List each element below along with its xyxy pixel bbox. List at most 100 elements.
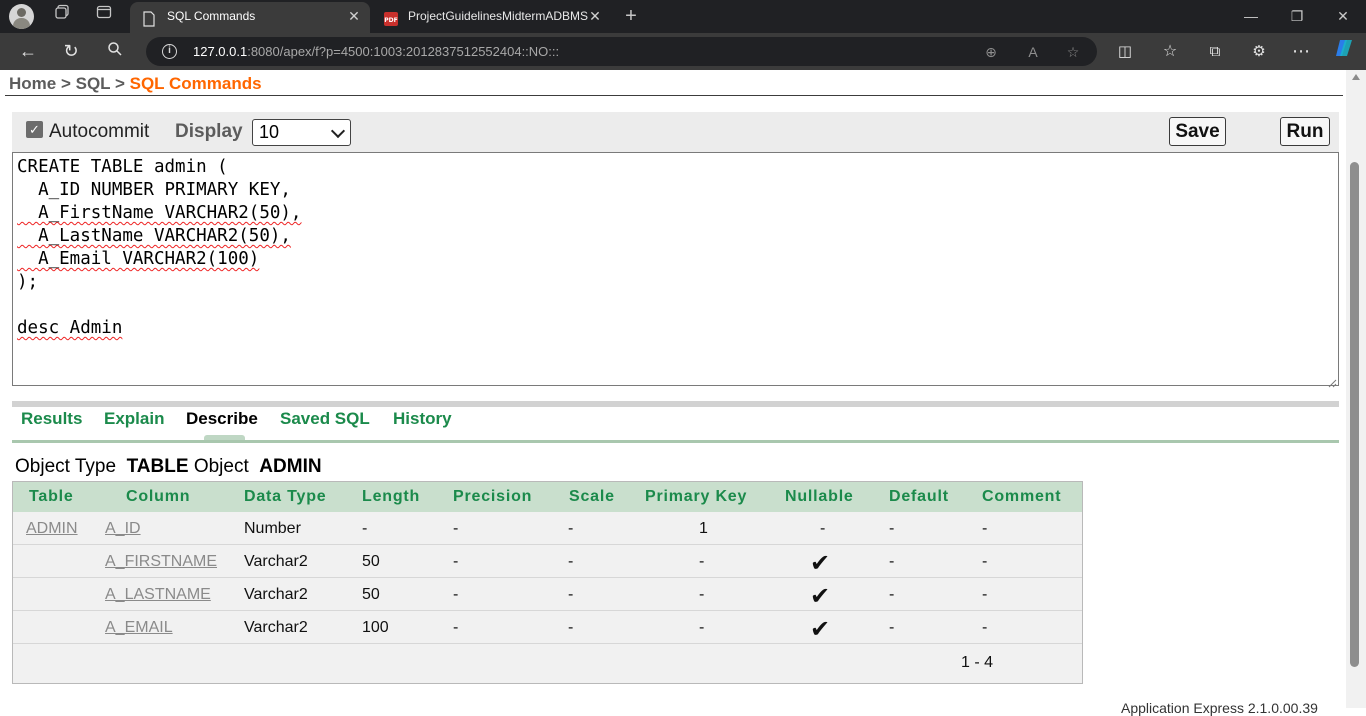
search-icon[interactable]	[101, 38, 129, 65]
object-label: Object	[193, 456, 249, 477]
table-link[interactable]: ADMIN	[26, 520, 78, 538]
sql-line: desc Admin	[17, 318, 122, 338]
browser-tab-strip: SQL Commands ✕ PDF ProjectGuidelinesMidt…	[0, 0, 1366, 33]
object-value: ADMIN	[259, 456, 322, 477]
scale-cell: -	[568, 553, 574, 570]
primary-key-cell: -	[699, 619, 705, 636]
data-type-cell: Varchar2	[244, 553, 308, 570]
chevron-down-icon	[330, 123, 346, 139]
precision-cell: -	[453, 619, 459, 636]
object-type-label: Object Type	[15, 456, 117, 477]
length-cell: 100	[362, 619, 389, 636]
data-type-cell: Varchar2	[244, 619, 308, 636]
zoom-icon[interactable]: ⊕	[982, 43, 1000, 61]
length-cell: -	[362, 520, 368, 537]
close-tab-icon[interactable]: ✕	[587, 2, 603, 31]
sql-line: A_Email VARCHAR2(100)	[17, 249, 259, 269]
page-content: Home > SQL > SQL Commands ✓ Autocommit D…	[0, 70, 1366, 716]
more-options-icon[interactable]: ⋯	[1287, 38, 1315, 65]
sql-input-area[interactable]: CREATE TABLE admin ( A_ID NUMBER PRIMARY…	[12, 152, 1339, 388]
workspaces-icon[interactable]	[48, 4, 76, 28]
sql-line-text: A_FirstName VARCHAR2(50),	[17, 203, 302, 223]
primary-key-cell: -	[699, 553, 705, 570]
close-tab-icon[interactable]: ✕	[346, 2, 362, 31]
tab-describe[interactable]: Describe	[186, 409, 258, 429]
copilot-icon[interactable]	[1330, 38, 1358, 65]
tab-label: ProjectGuidelinesMidtermADBMS	[408, 9, 588, 23]
tab-label: SQL Commands	[167, 9, 256, 23]
display-select-value: 10	[259, 122, 280, 142]
sql-line: );	[17, 272, 39, 292]
breadcrumb-current: SQL Commands	[129, 74, 262, 93]
profile-avatar[interactable]	[9, 4, 34, 29]
primary-key-cell: -	[699, 586, 705, 603]
vertical-tabs-icon[interactable]	[90, 4, 118, 28]
split-screen-icon[interactable]: ◫	[1111, 38, 1139, 65]
tab-sql-commands[interactable]: SQL Commands ✕	[130, 2, 370, 33]
sql-line: A_LastName VARCHAR2(50),	[17, 226, 291, 246]
scrollbar-thumb[interactable]	[1350, 162, 1359, 667]
close-window-icon[interactable]: ✕	[1320, 0, 1366, 33]
site-info-icon[interactable]: i	[162, 44, 177, 59]
sql-line: CREATE TABLE admin (	[17, 157, 228, 177]
minimize-icon[interactable]: —	[1228, 0, 1274, 33]
column-link[interactable]: A_EMAIL	[105, 619, 173, 637]
display-select[interactable]: 10	[252, 119, 351, 146]
breadcrumb-sql[interactable]: SQL	[76, 74, 111, 93]
browser-nav-bar: ← ↻ i 127.0.0.1:8080/apex/f?p=4500:1003:…	[0, 33, 1366, 70]
column-header: Column	[126, 488, 191, 505]
url-text[interactable]: 127.0.0.1:8080/apex/f?p=4500:1003:201283…	[193, 37, 559, 66]
tab-results[interactable]: Results	[21, 409, 82, 429]
results-tabs-bottom-rule	[12, 440, 1339, 443]
column-header: Default	[889, 488, 949, 505]
column-header: Scale	[569, 488, 615, 505]
column-link[interactable]: A_LASTNAME	[105, 586, 211, 604]
new-tab-icon[interactable]: +	[617, 4, 645, 28]
tab-history[interactable]: History	[393, 409, 452, 429]
default-cell: -	[889, 619, 895, 636]
breadcrumb-home[interactable]: Home	[9, 74, 56, 93]
favorites-icon[interactable]: ☆	[1156, 38, 1184, 65]
column-link[interactable]: A_ID	[105, 520, 141, 538]
favorite-star-icon[interactable]: ☆	[1064, 43, 1082, 61]
comment-cell: -	[982, 619, 988, 636]
autocommit-checkbox[interactable]: ✓	[26, 121, 43, 138]
address-bar[interactable]: i 127.0.0.1:8080/apex/f?p=4500:1003:2012…	[146, 37, 1097, 66]
column-link[interactable]: A_FIRSTNAME	[105, 553, 217, 571]
length-cell: 50	[362, 586, 380, 603]
checkmark-icon: ✔	[810, 583, 831, 610]
sql-line-text: desc Admin	[17, 318, 123, 338]
default-cell: -	[889, 520, 895, 537]
column-header: Length	[362, 488, 421, 505]
default-cell: -	[889, 553, 895, 570]
sql-line: A_ID NUMBER PRIMARY KEY,	[17, 180, 291, 200]
tab-explain[interactable]: Explain	[104, 409, 164, 429]
extensions-icon[interactable]: ⚙	[1245, 38, 1273, 65]
breadcrumb: Home > SQL > SQL Commands	[9, 74, 262, 94]
table-row: A_FIRSTNAME Varchar2 50 - - - ✔ - -	[13, 545, 1082, 578]
collections-icon[interactable]: ⧉	[1201, 38, 1229, 65]
column-header: Data Type	[244, 488, 327, 505]
sql-editor-panel: ✓ Autocommit Display 10 Save Run CREATE …	[12, 112, 1339, 388]
table-row: ADMIN A_ID Number - - - 1 - - -	[13, 512, 1082, 545]
resize-grip-icon[interactable]	[1328, 375, 1337, 388]
precision-cell: -	[453, 553, 459, 570]
scroll-up-icon[interactable]	[1352, 74, 1360, 80]
svg-text:PDF: PDF	[384, 17, 397, 24]
run-button[interactable]: Run	[1280, 117, 1330, 146]
default-cell: -	[889, 586, 895, 603]
column-header: Precision	[453, 488, 533, 505]
scale-cell: -	[568, 520, 574, 537]
refresh-icon[interactable]: ↻	[57, 38, 85, 65]
breadcrumb-separator: >	[56, 74, 76, 93]
restore-icon[interactable]: ❐	[1274, 0, 1320, 33]
sql-line-text: A_LastName VARCHAR2(50),	[17, 226, 291, 246]
tab-project-guidelines[interactable]: PDF ProjectGuidelinesMidtermADBMS ✕	[371, 2, 611, 33]
display-label: Display	[175, 121, 243, 142]
read-aloud-icon[interactable]: A	[1024, 43, 1042, 61]
back-icon[interactable]: ←	[14, 38, 42, 65]
column-header: Table	[29, 488, 74, 505]
breadcrumb-separator: >	[110, 74, 130, 93]
save-button[interactable]: Save	[1169, 117, 1226, 146]
tab-saved-sql[interactable]: Saved SQL	[280, 409, 370, 429]
